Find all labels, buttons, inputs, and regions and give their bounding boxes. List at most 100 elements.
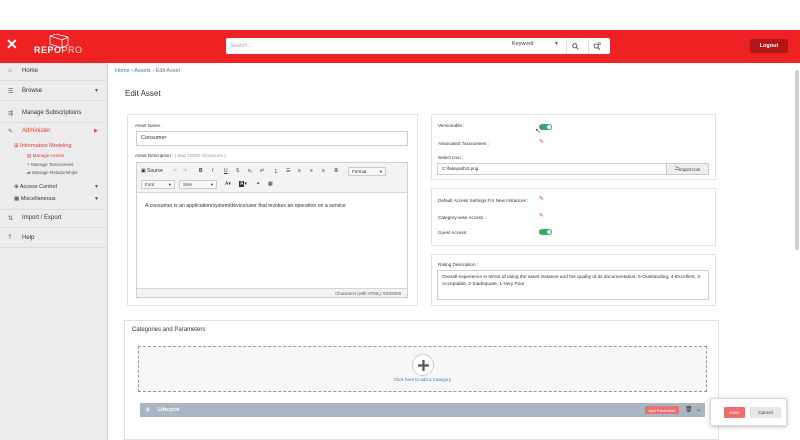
chevron-down-icon: ▼ [94,184,99,190]
redo-icon[interactable]: ↷ [183,168,187,174]
search-icon [571,42,579,50]
chevron-down-icon: ▾ [379,169,382,174]
editor-content[interactable]: A consumer is an application/system/devi… [145,203,346,209]
sidebar-item-access-control[interactable]: ⊕ Access Control [14,184,57,190]
breadcrumb-current: Edit Asset [155,68,181,74]
versionable-label: Versionable : [438,123,465,128]
action-bar: Save Cancel [710,398,787,426]
sidebar-item-home[interactable]: ⌂ Home [0,63,108,81]
chevron-down-icon: ▾ [168,182,171,187]
strikethrough-icon[interactable]: S [236,168,239,174]
breadcrumb-assets[interactable]: Assets [134,68,151,74]
chevron-down-icon: ▾ [210,182,213,187]
categories-title: Categories and Parameters [132,327,206,333]
search-input[interactable] [230,41,500,51]
associated-taxonomies-label: Associated Taxonomies : [438,141,489,146]
lifecycle-category-header[interactable]: ⬗ Lifecycle Add Parameter 🗑 ⌄ [140,403,705,417]
align-left-icon[interactable]: ≡ [298,168,301,174]
align-justify-icon[interactable]: ≣ [334,168,338,174]
add-parameter-button[interactable]: Add Parameter [645,406,679,414]
select-icon-label: Select Icon : [438,155,464,160]
asset-name-input[interactable]: Consumer [136,131,408,146]
editor-toolbar: ▣ Source ↶ ↷ B I U S x₂ x² ⒈ ☰ ≡ ≡ ≡ ≣ F… [137,163,407,193]
align-right-icon[interactable]: ≡ [322,168,325,174]
superscript-icon[interactable]: x² [260,168,264,174]
logout-button[interactable]: Logout [750,39,788,53]
char-count: Characters (with HTML): 93/25000 [137,288,407,297]
search-scope-select[interactable]: Keyword [512,41,533,47]
save-button[interactable]: Save [724,407,745,418]
guest-access-toggle[interactable] [539,229,552,235]
sidebar-item-manage-assets[interactable]: ▤ Manage Assets [27,153,64,159]
plus-icon[interactable] [412,354,434,376]
sidebar-item-miscellaneous[interactable]: ▦ Miscellaneous [14,196,56,202]
search-box: Keyword ▼ [226,38,610,54]
chevron-down-icon: ▼ [94,88,99,94]
chevron-right-icon: ▶ [94,128,98,134]
guest-access-label: Guest Access : [438,230,469,235]
page-title: Edit Asset [125,89,161,98]
versionable-toggle[interactable] [539,124,552,130]
home-icon: ⌂ [8,68,12,74]
numbered-list-icon[interactable]: ⒈ [274,168,279,175]
asset-description-label: Asset Description : ( Max 10000 characte… [135,153,226,158]
sidebar-item-information-modeling[interactable]: ⊞ Information Modeling [14,143,72,149]
undo-icon[interactable]: ↶ [173,168,177,174]
rich-text-editor[interactable]: ▣ Source ↶ ↷ B I U S x₂ x² ⒈ ☰ ≡ ≡ ≡ ≣ F… [136,162,408,298]
close-icon[interactable]: ✕ [6,36,18,53]
sidebar-item-manage-subscriptions[interactable]: ⇶ Manage Subscriptions [0,105,108,123]
chevron-down-icon[interactable]: ⌄ [696,406,701,413]
search-button[interactable] [566,39,583,53]
sidebar: ⌂ Home ☰ Browse ▼ ⇶ Manage Subscriptions… [0,63,108,440]
list-icon: ☰ [8,89,14,95]
bulleted-list-icon[interactable]: ☰ [286,168,290,174]
sidebar-item-administer[interactable]: ✎ Administer ▶ [0,123,108,141]
underline-icon[interactable]: U [224,168,228,174]
default-access-label: Default Access Settings For New Instance… [438,198,529,203]
tag-icon: ⬗ [145,407,150,413]
edit-taxonomies-icon[interactable]: ✎ [539,139,544,145]
wrench-icon: ✎ [8,129,14,135]
align-center-icon[interactable]: ≡ [310,168,313,174]
breadcrumb-home[interactable]: Home [115,68,130,74]
scrollbar[interactable] [795,70,799,250]
search-settings-icon [593,42,601,50]
delete-icon[interactable]: 🗑 [685,406,693,413]
cancel-button[interactable]: Cancel [750,407,781,418]
sidebar-item-help[interactable]: ? Help [0,230,108,248]
size-select[interactable]: Size ▾ [179,180,217,189]
rating-description-textarea[interactable]: Overall experience in terms of using the… [437,270,709,300]
import-icon-button[interactable]: 🗀 Import Icon [666,163,709,175]
logo-text: REPOPRO [34,45,83,55]
bold-icon[interactable]: B [199,168,203,174]
italic-icon[interactable]: I [212,168,213,174]
link-icon[interactable]: ⚭ [256,181,260,187]
subscript-icon[interactable]: x₂ [248,168,252,174]
lifecycle-title: Lifecycle [158,407,180,413]
edit-category-access-icon[interactable]: ✎ [539,213,544,219]
sidebar-item-manage-relationships[interactable]: ⇄ Manage Relationships [27,170,78,176]
format-select[interactable]: Format ▾ [348,167,386,176]
add-category-link[interactable]: Click here to add a Category [139,377,706,382]
category-access-label: Category-wise Access : [438,215,486,220]
sidebar-item-manage-taxonomies[interactable]: ⑂ Manage Taxonomies [27,162,73,167]
sidebar-item-browse[interactable]: ☰ Browse ▼ [0,83,108,101]
chevron-down-icon[interactable]: ▼ [554,41,559,47]
source-button[interactable]: ▣ Source [141,168,163,174]
cursor-icon: ↖ [535,128,541,135]
rating-description-label: Rating Description : [438,262,479,267]
edit-default-access-icon[interactable]: ✎ [539,196,544,202]
chevron-down-icon: ▼ [94,196,99,202]
sidebar-item-import-export[interactable]: ⇅ Import / Export [0,210,108,228]
advanced-search-button[interactable] [588,39,605,53]
import-export-icon: ⇅ [8,216,14,222]
table-icon[interactable]: ▦ [268,181,273,187]
rss-icon: ⇶ [8,111,14,117]
help-icon: ? [8,235,12,241]
breadcrumb: Home › Assets › Edit Asset [115,68,181,74]
background-color-icon[interactable]: A▾ [239,181,247,187]
text-color-icon[interactable]: A▾ [225,181,231,187]
add-category-dropzone[interactable]: Click here to add a Category [138,346,707,392]
font-select[interactable]: Font ▾ [141,180,175,189]
asset-name-label: Asset Name : [135,123,163,128]
